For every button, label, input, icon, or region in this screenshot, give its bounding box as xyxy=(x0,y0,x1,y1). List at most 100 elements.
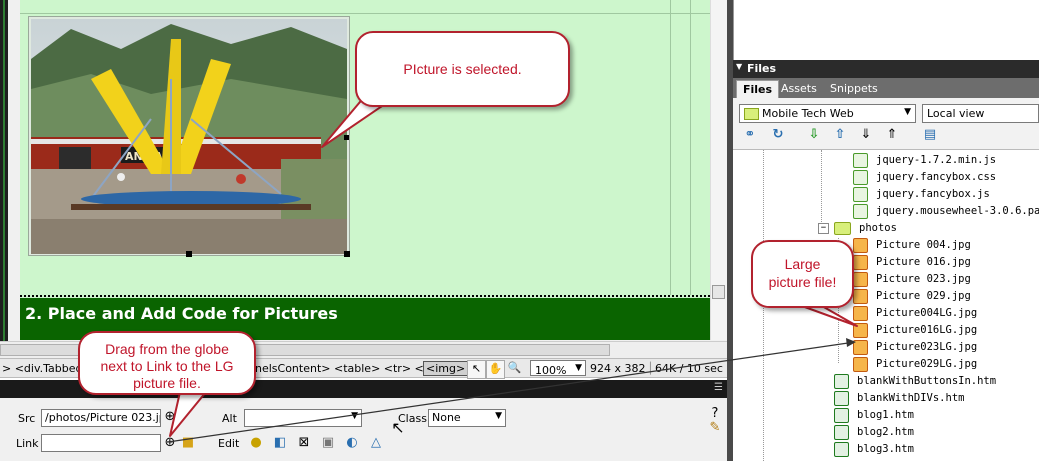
resize-handle[interactable] xyxy=(344,135,349,140)
tag-breadcrumb-right[interactable]: nelsContent> <table> <tr> <td> xyxy=(255,362,444,375)
file-name: jquery-1.7.2.min.js xyxy=(876,154,997,166)
view-name: Local view xyxy=(927,107,985,120)
window-size[interactable]: 924 x 382 xyxy=(590,362,646,375)
panel-options-icon[interactable]: ☰ xyxy=(714,382,723,393)
file-item[interactable]: Picture029LG.jpg xyxy=(853,356,977,373)
sharpen-icon[interactable]: △ xyxy=(368,435,384,451)
get-files-icon[interactable]: ⇩ xyxy=(805,126,823,144)
tag-img-selected[interactable]: <img> xyxy=(423,361,469,376)
chevron-down-icon: ▼ xyxy=(351,411,358,421)
file-name: Picture029LG.jpg xyxy=(876,358,978,370)
hand-tool-icon[interactable]: ✋ xyxy=(486,360,505,379)
class-select[interactable]: None ▼ xyxy=(428,409,506,427)
check-out-icon[interactable]: ⇓ xyxy=(857,126,875,144)
quick-tag-editor-icon[interactable]: ✎ xyxy=(707,420,723,436)
properties-panel: Src /photos/Picture 023.jpg ⊕ Alt ▼ Clas… xyxy=(0,398,727,461)
file-item[interactable]: jquery.mousewheel-3.0.6.pack.js xyxy=(853,203,1039,220)
point-to-file-globe-icon[interactable]: ⊕ xyxy=(162,409,178,425)
file-item[interactable]: blog3.htm xyxy=(834,441,914,458)
resize-handle[interactable] xyxy=(186,251,192,257)
js-file-icon xyxy=(853,152,868,168)
file-name: blog2.htm xyxy=(857,426,914,438)
src-input[interactable]: /photos/Picture 023.jpg xyxy=(41,409,161,427)
site-select[interactable]: Mobile Tech Web ▼ xyxy=(739,104,916,123)
selected-picture[interactable]: AN EAGLE xyxy=(31,19,347,254)
css-file-icon xyxy=(853,169,868,185)
folder-icon xyxy=(834,221,851,235)
resample-icon[interactable]: ▣ xyxy=(320,435,336,451)
file-item[interactable]: Picture004LG.jpg xyxy=(853,305,977,322)
folder-item[interactable]: photos xyxy=(834,220,897,237)
edit-label: Edit xyxy=(218,437,240,450)
pointer-tool-icon[interactable]: ↖ xyxy=(467,360,486,379)
chevron-down-icon: ▼ xyxy=(495,411,502,421)
file-item[interactable]: blog2.htm xyxy=(834,424,914,441)
file-name: jquery.fancybox.css xyxy=(876,171,997,183)
alt-label: Alt xyxy=(222,412,237,425)
file-name: Picture 004.jpg xyxy=(876,239,971,251)
folder-name: photos xyxy=(859,222,897,234)
callout-picture-selected: PIcture is selected. xyxy=(355,31,570,107)
file-name: Picture016LG.jpg xyxy=(876,324,978,336)
files-tab-bar: Files Assets Snippets xyxy=(733,78,1039,98)
tab-assets[interactable]: Assets xyxy=(775,80,823,98)
file-name: Picture023LG.jpg xyxy=(876,341,978,353)
tab-files[interactable]: Files xyxy=(736,80,780,98)
files-panel-header[interactable]: ▼ Files xyxy=(733,60,1039,78)
document-left-border xyxy=(0,0,8,345)
file-item[interactable]: jquery.fancybox.js xyxy=(853,186,990,203)
file-item[interactable]: Picture 023.jpg xyxy=(853,271,971,288)
mouse-cursor-icon: ↖ xyxy=(391,418,405,437)
file-item[interactable]: jquery.fancybox.css xyxy=(853,169,996,186)
file-name: blankWithDIVs.htm xyxy=(857,392,965,404)
file-item[interactable]: Picture 004.jpg xyxy=(853,237,971,254)
html-file-icon xyxy=(834,373,849,389)
expand-panel-icon[interactable]: ▤ xyxy=(921,126,939,144)
upper-panel xyxy=(733,0,1039,60)
image-file-icon xyxy=(853,271,868,287)
tag-breadcrumb-left[interactable]: > <div.TabbedP xyxy=(2,362,89,375)
site-name: Mobile Tech Web xyxy=(762,107,854,120)
file-item[interactable]: Picture 029.jpg xyxy=(853,288,971,305)
image-file-icon xyxy=(853,305,868,321)
file-item[interactable]: blankWithDIVs.htm xyxy=(834,390,964,407)
file-item[interactable]: blankWithButtonsIn.htm xyxy=(834,373,996,390)
crop-icon[interactable]: ⊠ xyxy=(296,435,312,451)
optimize-icon[interactable]: ◧ xyxy=(272,435,288,451)
tab-snippets[interactable]: Snippets xyxy=(824,80,884,98)
zoom-select[interactable]: 100% ▼ xyxy=(530,360,586,377)
link-input[interactable] xyxy=(41,434,161,452)
point-to-file-globe-icon[interactable]: ⊕ xyxy=(162,435,178,451)
chevron-down-icon: ▼ xyxy=(575,363,582,373)
file-name: Picture 023.jpg xyxy=(876,273,971,285)
class-value: None xyxy=(432,411,461,424)
scrollbar-thumb[interactable] xyxy=(712,285,725,299)
put-files-icon[interactable]: ⇧ xyxy=(831,126,849,144)
html-file-icon xyxy=(834,407,849,423)
refresh-icon[interactable]: ↻ xyxy=(769,126,787,144)
resize-handle[interactable] xyxy=(344,251,350,257)
file-name: jquery.fancybox.js xyxy=(876,188,990,200)
bungee-photo: AN EAGLE xyxy=(31,19,347,254)
file-name: blankWithButtonsIn.htm xyxy=(857,375,997,387)
js-file-icon xyxy=(853,186,868,202)
file-item[interactable]: Picture 016.jpg xyxy=(853,254,971,271)
brightness-contrast-icon[interactable]: ◐ xyxy=(344,435,360,451)
file-item[interactable]: Picture023LG.jpg xyxy=(853,339,977,356)
check-in-icon[interactable]: ⇑ xyxy=(883,126,901,144)
connect-icon[interactable]: ⚭ xyxy=(741,126,759,144)
collapse-toggle-icon[interactable]: − xyxy=(818,223,829,234)
file-item[interactable]: jquery-1.7.2.min.js xyxy=(853,152,996,169)
callout-drag-globe: Drag from the globe next to Link to the … xyxy=(78,331,256,395)
folder-icon[interactable]: ■ xyxy=(180,435,196,451)
alt-select[interactable]: ▼ xyxy=(244,409,362,427)
file-item[interactable]: blog1.htm xyxy=(834,407,914,424)
zoom-tool-icon[interactable]: 🔍 xyxy=(506,360,523,377)
file-name: blog3.htm xyxy=(857,443,914,455)
fireworks-edit-icon[interactable]: ● xyxy=(248,435,264,451)
file-item[interactable]: Picture016LG.jpg xyxy=(853,322,977,339)
files-toolbar: Mobile Tech Web ▼ Local view ⚭ ↻ ⇩ ⇧ ⇓ ⇑… xyxy=(733,98,1039,150)
image-file-icon xyxy=(853,254,868,270)
image-file-icon xyxy=(853,356,868,372)
view-select[interactable]: Local view xyxy=(922,104,1039,123)
